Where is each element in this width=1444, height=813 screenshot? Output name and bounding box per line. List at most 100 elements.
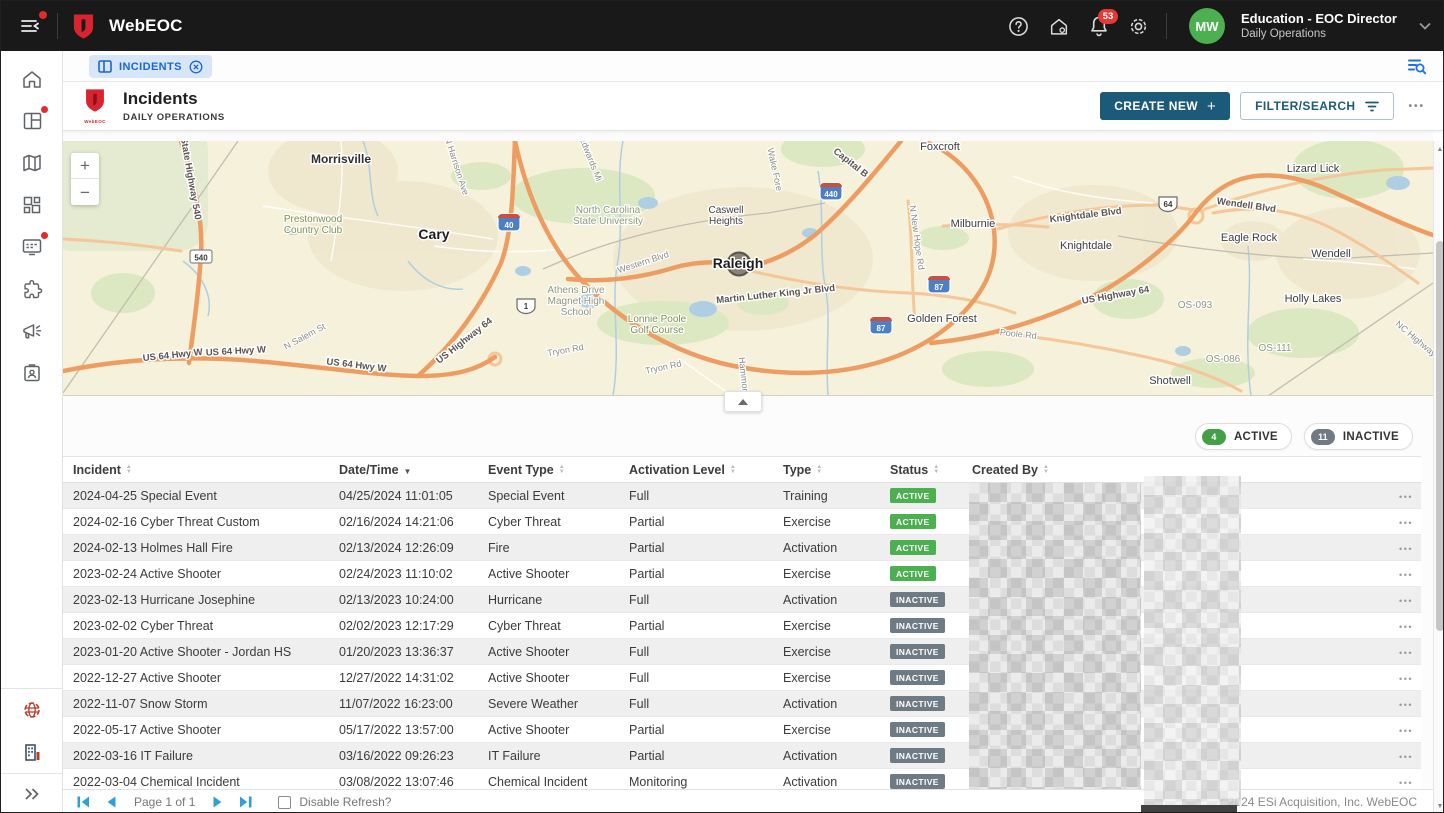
- datetime-cell: 01/20/2023 13:36:37: [329, 639, 478, 665]
- row-actions-button[interactable]: •••: [1399, 570, 1413, 580]
- sidebar-item-announcements[interactable]: [1, 310, 63, 352]
- row-actions-button[interactable]: •••: [1399, 492, 1413, 502]
- create-new-button[interactable]: CREATE NEW +: [1100, 92, 1230, 120]
- datetime-cell: 04/25/2024 11:01:05: [329, 483, 478, 509]
- row-actions-button[interactable]: •••: [1399, 518, 1413, 528]
- help-icon: [1008, 16, 1029, 37]
- avatar[interactable]: MW: [1189, 8, 1225, 44]
- close-tab-icon[interactable]: [189, 60, 203, 74]
- column-header-status[interactable]: Status▲▼: [880, 457, 962, 483]
- collapse-map-button[interactable]: [724, 391, 762, 412]
- menu-toggle-button[interactable]: [11, 9, 49, 43]
- first-page-icon: [77, 796, 90, 808]
- row-actions-button[interactable]: •••: [1399, 622, 1413, 632]
- type-cell: Activation: [773, 587, 880, 613]
- app-title: WebEOC: [109, 16, 183, 36]
- datetime-cell: 02/13/2023 10:24:00: [329, 587, 478, 613]
- row-actions-button[interactable]: •••: [1399, 544, 1413, 554]
- notifications-button[interactable]: 53: [1082, 9, 1116, 43]
- incident-cell: 2024-02-16 Cyber Threat Custom: [63, 509, 329, 535]
- map-gap: [63, 131, 1433, 141]
- sidebar-item-home[interactable]: [1, 58, 63, 100]
- scroll-down-arrow[interactable]: ▼: [1434, 800, 1444, 812]
- row-actions-button[interactable]: •••: [1399, 778, 1413, 788]
- route-shield: 64: [1159, 197, 1177, 212]
- row-actions-button[interactable]: •••: [1399, 674, 1413, 684]
- menu-notification-dot: [39, 11, 47, 19]
- sidebar-item-boards[interactable]: [1, 100, 63, 142]
- search-boards-button[interactable]: [1403, 55, 1431, 79]
- sidebar-expand-button[interactable]: [1, 774, 63, 813]
- zoom-in-button[interactable]: +: [71, 153, 99, 179]
- help-button[interactable]: [1002, 9, 1036, 43]
- last-page-button[interactable]: [231, 796, 260, 808]
- activation-level-cell: Partial: [619, 561, 773, 587]
- disable-refresh-control[interactable]: Disable Refresh?: [278, 795, 391, 809]
- type-cell: Exercise: [773, 613, 880, 639]
- sort-icon: ▲▼: [559, 465, 565, 475]
- header-more-button[interactable]: •••: [1404, 101, 1429, 112]
- home-settings-button[interactable]: [1042, 9, 1076, 43]
- activation-level-cell: Partial: [619, 509, 773, 535]
- map-label: OS-111: [1259, 343, 1292, 354]
- svg-text:64: 64: [1164, 200, 1173, 209]
- column-header-incident[interactable]: Incident▲▼: [63, 457, 329, 483]
- page-header: WebEOC Incidents DAILY OPERATIONS CREATE…: [63, 82, 1444, 131]
- zoom-out-button[interactable]: −: [71, 179, 99, 205]
- filter-inactive-button[interactable]: 11 INACTIVE: [1304, 423, 1413, 450]
- next-page-icon: [213, 796, 223, 808]
- next-page-button[interactable]: [205, 796, 231, 808]
- map-label: North CarolinaState University: [573, 205, 643, 227]
- sort-icon: ▲▼: [816, 465, 822, 475]
- column-header-date-time[interactable]: Date/Time▼: [329, 457, 478, 483]
- row-actions-button[interactable]: •••: [1399, 752, 1413, 762]
- sort-icon: ▲▼: [126, 465, 132, 475]
- sidebar-item-dashboards[interactable]: [1, 184, 63, 226]
- sidebar-item-organization[interactable]: [1, 731, 63, 773]
- incidents-map[interactable]: ! 404408787641540 MorrisvilleCaryRaleigh…: [63, 141, 1433, 396]
- column-header-activation-level[interactable]: Activation Level▲▼: [619, 457, 773, 483]
- scrollbar-thumb[interactable]: [1436, 241, 1444, 631]
- settings-button[interactable]: [1122, 9, 1156, 43]
- menu-collapse-icon: [19, 16, 41, 36]
- sidebar-bottom: [1, 688, 63, 813]
- event-type-cell: Cyber Threat: [478, 613, 619, 639]
- status-badge: INACTIVE: [890, 644, 945, 659]
- column-header-event-type[interactable]: Event Type▲▼: [478, 457, 619, 483]
- board-prompts-notification-dot: [41, 232, 48, 239]
- contact-badge-icon: [22, 363, 42, 384]
- page-indicator: Page 1 of 1: [134, 795, 195, 809]
- row-actions-button[interactable]: •••: [1399, 700, 1413, 710]
- row-actions-button[interactable]: •••: [1399, 596, 1413, 606]
- user-menu[interactable]: Education - EOC Director Daily Operation…: [1241, 11, 1397, 42]
- webeoc-app: WebEOC: [0, 0, 1444, 813]
- row-actions-button[interactable]: •••: [1399, 726, 1413, 736]
- sidebar-item-plugins[interactable]: [1, 268, 63, 310]
- incident-cell: 2023-02-24 Active Shooter: [63, 561, 329, 587]
- filter-search-button[interactable]: FILTER/SEARCH: [1240, 92, 1394, 120]
- activation-level-cell: Partial: [619, 535, 773, 561]
- column-label: Activation Level: [629, 463, 725, 477]
- column-header-type[interactable]: Type▲▼: [773, 457, 880, 483]
- event-type-cell: Active Shooter: [478, 717, 619, 743]
- board-logo: WebEOC: [81, 88, 109, 124]
- sidebar-item-maps[interactable]: [1, 142, 63, 184]
- user-scope: Daily Operations: [1241, 27, 1397, 41]
- sidebar-item-board-prompts[interactable]: [1, 226, 63, 268]
- vertical-scrollbar[interactable]: ▲ ▼: [1433, 141, 1444, 813]
- previous-page-button[interactable]: [98, 796, 124, 808]
- map-canvas: ! 404408787641540 MorrisvilleCaryRaleigh…: [63, 141, 1433, 396]
- status-cell: ACTIVE: [880, 535, 962, 561]
- disable-refresh-checkbox[interactable]: [278, 796, 291, 809]
- home-icon: [21, 69, 43, 90]
- sidebar-item-global-network[interactable]: [1, 689, 63, 731]
- tab-incidents[interactable]: INCIDENTS: [89, 55, 212, 78]
- status-badge: ACTIVE: [890, 488, 936, 503]
- sort-icon: ▲▼: [933, 465, 939, 475]
- chevron-down-icon[interactable]: [1419, 22, 1431, 30]
- row-actions-button[interactable]: •••: [1399, 648, 1413, 658]
- sidebar-item-contacts[interactable]: [1, 352, 63, 394]
- first-page-button[interactable]: [69, 796, 98, 808]
- scroll-up-arrow[interactable]: ▲: [1434, 143, 1444, 155]
- filter-active-button[interactable]: 4 ACTIVE: [1195, 423, 1292, 450]
